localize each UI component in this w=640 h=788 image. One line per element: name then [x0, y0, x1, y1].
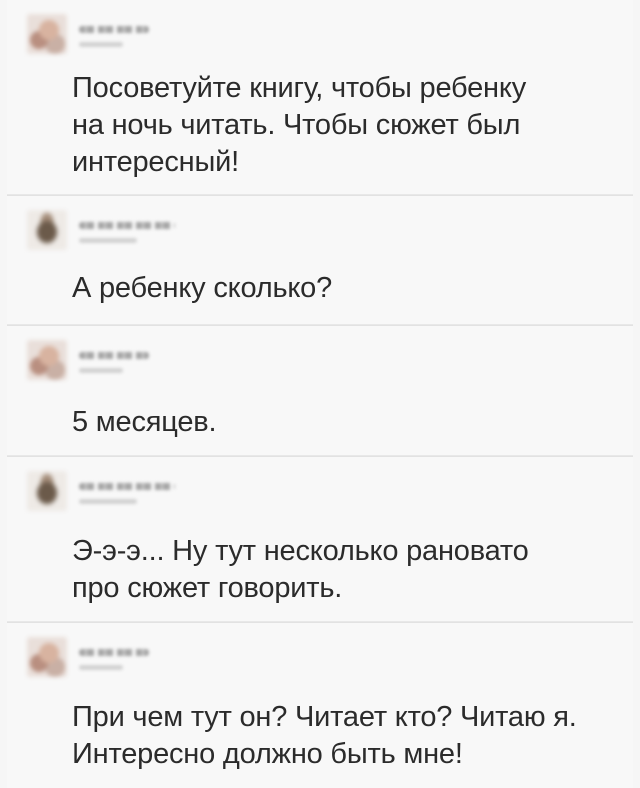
author-name-redacted[interactable]	[79, 483, 175, 490]
user-avatar-icon[interactable]	[27, 210, 67, 250]
comment-text: 5 месяцев.	[72, 406, 217, 438]
comment-header	[27, 14, 327, 58]
comment-thread: Посоветуйте книгу, чтобы ребенку на ночь…	[0, 0, 640, 788]
comment-text: При чем тут он? Читает кто? Читаю я. Инт…	[72, 701, 577, 770]
comment-header	[27, 637, 327, 681]
timestamp-redacted	[79, 665, 123, 670]
comment-text: Посоветуйте книгу, чтобы ребенку на ночь…	[72, 72, 526, 178]
author-name-redacted[interactable]	[79, 222, 175, 229]
comment-post: Э-э-э... Ну тут несколько рановато про с…	[7, 456, 633, 622]
comment-post: Посоветуйте книгу, чтобы ребенку на ночь…	[7, 0, 633, 195]
comment-post: При чем тут он? Читает кто? Читаю я. Инт…	[7, 622, 633, 788]
author-name-redacted[interactable]	[79, 352, 149, 359]
comment-post: А ребенку сколько?	[7, 195, 633, 325]
comment-text: Э-э-э... Ну тут несколько рановато про с…	[72, 535, 529, 604]
timestamp-redacted	[79, 368, 123, 373]
comment-header	[27, 340, 327, 384]
comment-header	[27, 471, 327, 515]
comment-text: А ребенку сколько?	[72, 272, 333, 304]
timestamp-redacted	[79, 499, 137, 504]
timestamp-redacted	[79, 42, 123, 47]
timestamp-redacted	[79, 238, 137, 243]
comment-post: 5 месяцев.	[7, 325, 633, 456]
user-avatar-icon[interactable]	[27, 471, 67, 511]
author-name-redacted[interactable]	[79, 26, 149, 33]
author-name-redacted[interactable]	[79, 649, 149, 656]
user-avatar-icon[interactable]	[27, 637, 67, 677]
user-avatar-icon[interactable]	[27, 14, 67, 54]
comment-header	[27, 210, 327, 254]
user-avatar-icon[interactable]	[27, 340, 67, 380]
